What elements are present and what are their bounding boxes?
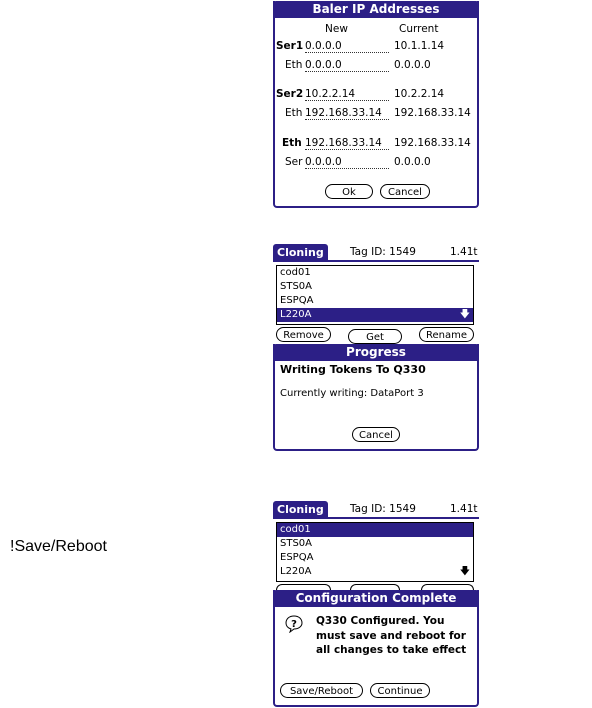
eth3-current-value: 192.168.33.14 bbox=[394, 137, 471, 149]
remove-button[interactable]: Remove bbox=[276, 327, 331, 342]
config-complete-message: Q330 Configured. You must save and reboo… bbox=[316, 615, 467, 656]
row-label-eth3: Eth bbox=[282, 137, 302, 149]
progress-cancel-button[interactable]: Cancel bbox=[352, 427, 400, 442]
list-item[interactable]: STS0A bbox=[277, 537, 473, 551]
eth1-current-value: 0.0.0.0 bbox=[394, 59, 431, 71]
progress-dialog: Progress Writing Tokens To Q330 Currentl… bbox=[273, 344, 479, 451]
rename-button[interactable]: Rename bbox=[419, 327, 474, 342]
version-label: 1.41t bbox=[450, 246, 478, 258]
list-item[interactable]: ESPQA bbox=[277, 551, 473, 565]
ser3-current-value: 0.0.0.0 bbox=[394, 156, 431, 168]
list-item[interactable]: cod01 bbox=[277, 266, 473, 280]
continue-button[interactable]: Continue bbox=[370, 683, 430, 698]
ser3-new-field[interactable]: 0.0.0.0 bbox=[305, 156, 389, 169]
ok-button[interactable]: Ok bbox=[325, 184, 373, 199]
row-label-ser3: Ser bbox=[285, 156, 303, 168]
token-list[interactable]: cod01 STS0A ESPQA L220A 🡇 bbox=[276, 265, 474, 325]
save-reboot-note: !Save/Reboot bbox=[10, 538, 107, 555]
ser2-current-value: 10.2.2.14 bbox=[394, 88, 445, 100]
row-label-ser2: Ser2 bbox=[276, 88, 304, 100]
baler-ip-dialog-title: Baler IP Addresses bbox=[273, 1, 479, 18]
eth3-new-field[interactable]: 192.168.33.14 bbox=[305, 137, 389, 150]
tag-id-label: Tag ID: 1549 bbox=[350, 246, 416, 258]
version-label: 1.41t bbox=[450, 503, 478, 515]
list-item[interactable]: L220A 🡇 bbox=[277, 565, 473, 579]
progress-dialog-title: Progress bbox=[273, 344, 479, 361]
ser1-current-value: 10.1.1.14 bbox=[394, 40, 445, 52]
tag-id-label: Tag ID: 1549 bbox=[350, 503, 416, 515]
column-header-new: New bbox=[325, 23, 348, 35]
scroll-down-arrow-icon[interactable]: 🡇 bbox=[460, 308, 470, 322]
svg-text:?: ? bbox=[291, 619, 297, 630]
token-list[interactable]: cod01 STS0A ESPQA L220A 🡇 bbox=[276, 522, 474, 582]
save-reboot-button[interactable]: Save/Reboot bbox=[280, 683, 363, 698]
row-label-eth1: Eth bbox=[285, 59, 303, 71]
row-label-eth2: Eth bbox=[285, 107, 303, 119]
cloning-tab[interactable]: Cloning bbox=[273, 501, 328, 518]
progress-heading: Writing Tokens To Q330 bbox=[280, 363, 426, 376]
cancel-button[interactable]: Cancel bbox=[380, 184, 430, 199]
column-header-current: Current bbox=[399, 23, 439, 35]
baler-ip-dialog: Baler IP Addresses New Current Ser1 0.0.… bbox=[273, 1, 479, 208]
config-complete-dialog-title: Configuration Complete bbox=[273, 590, 479, 607]
list-item-label: L220A bbox=[280, 309, 312, 320]
eth2-current-value: 192.168.33.14 bbox=[394, 107, 471, 119]
cloning-tab[interactable]: Cloning bbox=[273, 244, 328, 261]
ser2-new-field[interactable]: 10.2.2.14 bbox=[305, 88, 389, 101]
list-item-selected[interactable]: cod01 bbox=[277, 523, 473, 537]
list-item[interactable]: STS0A bbox=[277, 280, 473, 294]
ser1-new-field[interactable]: 0.0.0.0 bbox=[305, 40, 389, 53]
eth1-new-field[interactable]: 0.0.0.0 bbox=[305, 59, 389, 72]
progress-status: Currently writing: DataPort 3 bbox=[280, 388, 424, 399]
row-label-ser1: Ser1 bbox=[276, 40, 304, 52]
list-item-label: L220A bbox=[280, 566, 312, 577]
get-button[interactable]: Get bbox=[348, 329, 402, 344]
list-item-selected[interactable]: L220A 🡇 bbox=[277, 308, 473, 322]
scroll-down-arrow-icon[interactable]: 🡇 bbox=[460, 565, 470, 579]
config-complete-dialog: Configuration Complete ? Q330 Configured… bbox=[273, 590, 479, 707]
list-item[interactable]: ESPQA bbox=[277, 294, 473, 308]
eth2-new-field[interactable]: 192.168.33.14 bbox=[305, 107, 389, 120]
question-icon: ? bbox=[285, 615, 303, 634]
